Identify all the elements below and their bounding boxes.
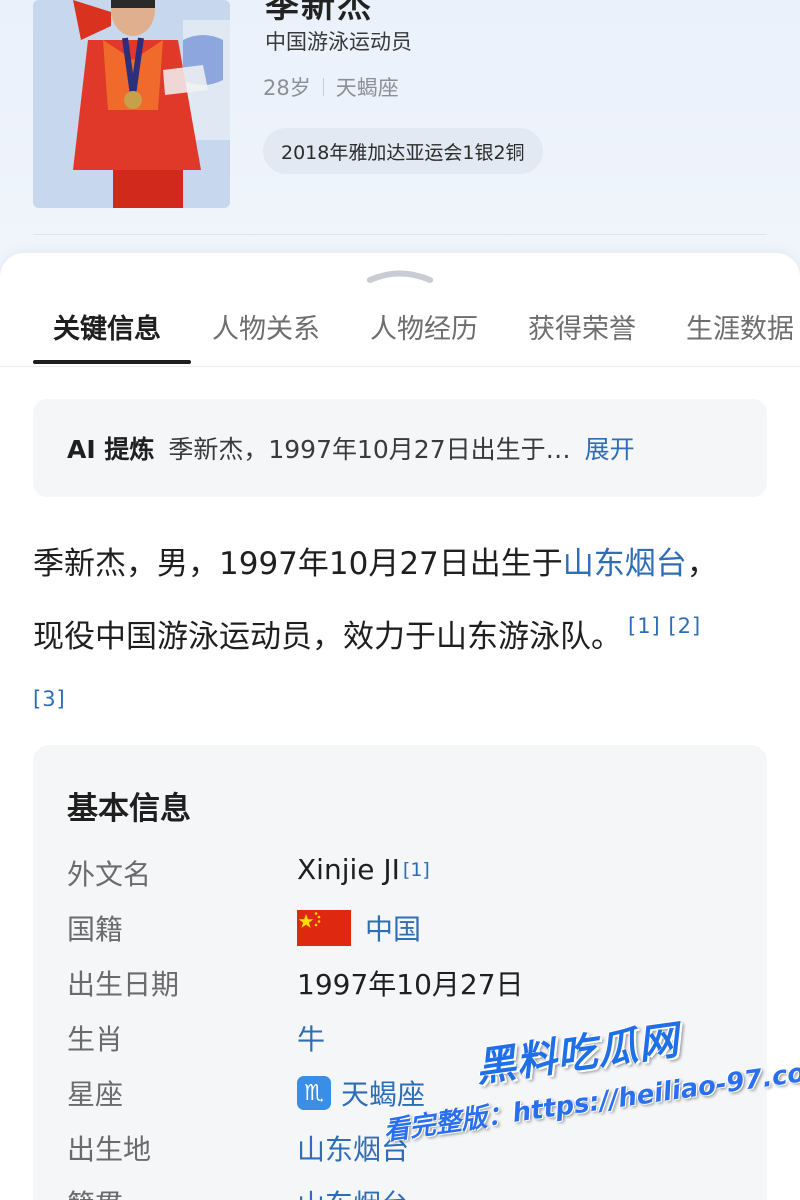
info-value: 山东烟台	[297, 1183, 409, 1200]
birthplace-value-link[interactable]: 山东烟台	[297, 1128, 409, 1168]
intro-text: 季新杰，男，1997年10月27日出生于	[33, 546, 563, 582]
info-key: 星座	[67, 1078, 124, 1111]
birth-date-value: 1997年10月27日	[297, 968, 524, 1001]
scorpio-icon: ♏	[297, 1076, 331, 1110]
info-value: 牛	[297, 1018, 325, 1058]
intro-paragraph: 季新杰，男，1997年10月27日出生于山东烟台，现役中国游泳运动员，效力于山东…	[33, 533, 733, 741]
tab-key-info[interactable]: 关键信息	[53, 307, 161, 346]
info-value: 中国	[297, 908, 421, 948]
athlete-photo-image	[33, 0, 230, 208]
drag-handle-icon[interactable]	[366, 269, 434, 283]
zodiac-text: 天蝎座	[335, 76, 399, 100]
tab-experience[interactable]: 人物经历	[370, 307, 478, 346]
tab-career-data[interactable]: 生涯数据	[686, 307, 794, 346]
info-key: 外文名	[67, 858, 152, 891]
info-key: 出生日期	[67, 968, 180, 1001]
info-value: ♏ 天蝎座	[297, 1073, 425, 1113]
active-tab-indicator	[33, 360, 191, 364]
nationality-link[interactable]: 中国	[365, 908, 421, 948]
birthplace-link[interactable]: 山东烟台	[563, 546, 687, 582]
tab-relations[interactable]: 人物关系	[212, 307, 320, 346]
info-key: 生肖	[67, 1023, 124, 1056]
info-row-birth-date: 出生日期 1997年10月27日	[33, 963, 767, 1018]
meta-separator	[322, 78, 324, 96]
meta-row: 28岁 天蝎座	[263, 72, 399, 102]
age-text: 28岁	[263, 76, 311, 100]
tab-honors[interactable]: 获得荣誉	[528, 307, 636, 346]
chinese-zodiac-link[interactable]: 牛	[297, 1018, 325, 1058]
info-row-native-place: 籍贯 山东烟台	[33, 1183, 767, 1200]
info-row-constellation: 星座 ♏ 天蝎座	[33, 1073, 767, 1128]
foreign-name-value: Xinjie JI	[297, 853, 400, 886]
native-place-link[interactable]: 山东烟台	[297, 1183, 409, 1200]
expand-link[interactable]: 展开	[585, 430, 635, 466]
info-row-chinese-zodiac: 生肖 牛	[33, 1018, 767, 1073]
occupation-text: 中国游泳运动员	[265, 30, 412, 54]
ai-summary-box: AI 提炼 季新杰，1997年10月27日出生于… 展开	[33, 399, 767, 497]
ai-summary-label: AI 提炼	[67, 435, 155, 464]
info-key: 出生地	[67, 1133, 152, 1166]
tab-bar: 关键信息 人物关系 人物经历 获得荣誉 生涯数据	[0, 299, 800, 367]
profile-photo[interactable]	[33, 0, 230, 208]
info-key: 国籍	[67, 913, 124, 946]
basic-info-title: 基本信息	[67, 791, 191, 827]
info-row-nationality: 国籍 中国	[33, 908, 767, 963]
constellation-link[interactable]: 天蝎座	[341, 1073, 425, 1113]
basic-info-card: 基本信息 外文名 Xinjie JI [1] 国籍 中国 出生日期 1997年1…	[33, 745, 767, 1200]
info-row-foreign-name: 外文名 Xinjie JI [1]	[33, 853, 767, 908]
info-value: Xinjie JI [1]	[297, 853, 430, 886]
citation-link[interactable]: [1]	[403, 859, 430, 881]
ai-summary-text: 季新杰，1997年10月27日出生于…	[168, 435, 571, 464]
achievement-tag[interactable]: 2018年雅加达亚运会1银2铜	[263, 128, 543, 174]
header-divider	[33, 234, 767, 235]
china-flag-icon	[297, 910, 351, 946]
info-value: 山东烟台	[297, 1128, 409, 1168]
content-sheet: 关键信息 人物关系 人物经历 获得荣誉 生涯数据 AI 提炼 季新杰，1997年…	[0, 253, 800, 1200]
info-row-birthplace: 出生地 山东烟台	[33, 1128, 767, 1183]
person-name: 季新杰	[265, 0, 373, 26]
info-key: 籍贯	[67, 1183, 123, 1200]
